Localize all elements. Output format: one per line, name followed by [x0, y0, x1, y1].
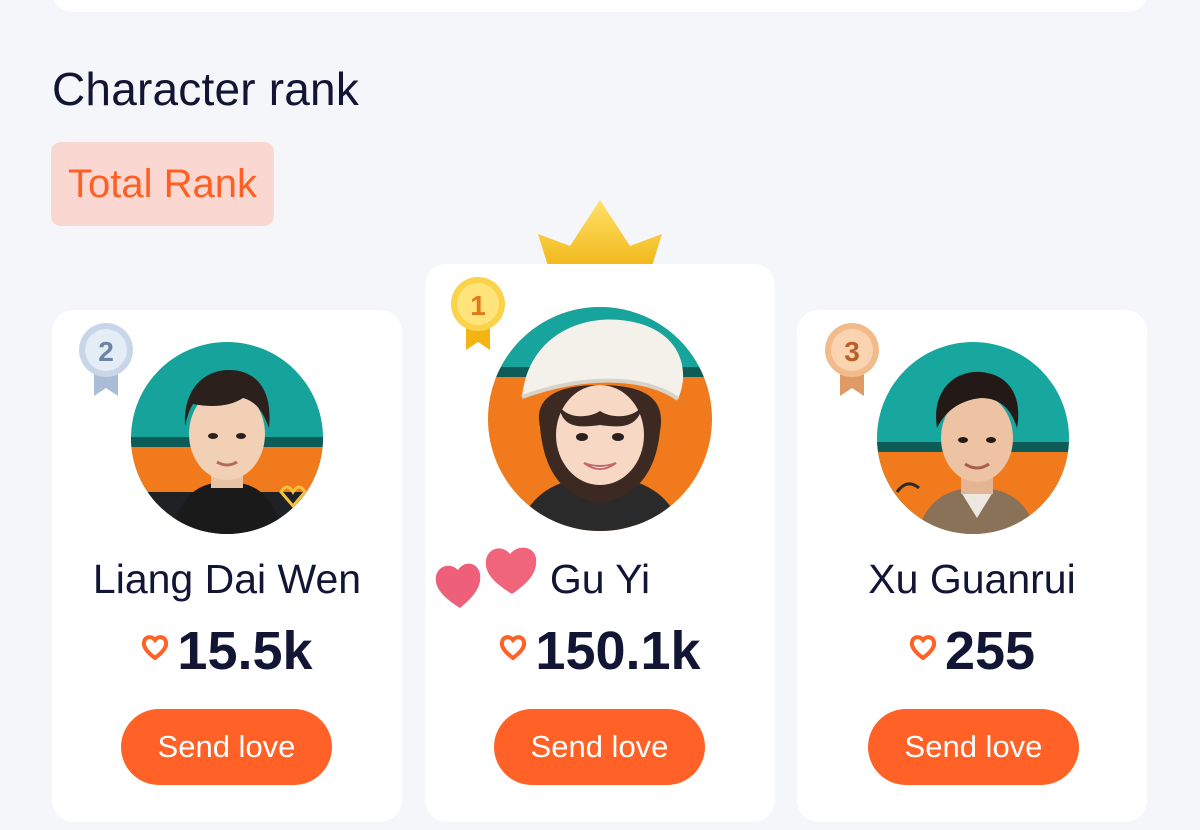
silver-medal-icon: 2	[79, 323, 133, 396]
crown-icon	[538, 200, 662, 266]
bronze-medal-icon: 3	[825, 323, 879, 396]
heart-icon	[500, 635, 527, 660]
love-score-value: 150.1k	[535, 621, 701, 681]
love-score-value: 15.5k	[177, 621, 313, 681]
gold-medal-icon: 1	[451, 277, 505, 350]
section-title: Character rank	[52, 63, 360, 115]
character-name: Gu Yi	[549, 556, 651, 602]
medal-rank-1: 1	[470, 290, 486, 321]
avatar-gu-yi[interactable]	[488, 307, 712, 531]
character-name: Liang Dai Wen	[92, 556, 362, 602]
medal-rank-3: 3	[844, 336, 860, 367]
send-love-button[interactable]: Send love	[494, 709, 705, 785]
avatar-xu-guanrui[interactable]	[877, 342, 1069, 534]
love-score: 15.5k	[52, 624, 402, 678]
character-name: Xu Guanrui	[868, 556, 1076, 602]
send-love-button[interactable]: Send love	[121, 709, 332, 785]
send-love-button[interactable]: Send love	[868, 709, 1079, 785]
tab-total-rank[interactable]: Total Rank	[51, 142, 274, 226]
love-score-value: 255	[944, 621, 1036, 681]
love-score: 255	[797, 624, 1147, 678]
love-score: 150.1k	[425, 624, 775, 678]
previous-section-card	[52, 0, 1148, 12]
avatar-liang-dai-wen[interactable]	[131, 342, 323, 534]
heart-icon	[909, 635, 937, 660]
heart-icon	[142, 635, 169, 660]
medal-rank-2: 2	[98, 336, 114, 367]
